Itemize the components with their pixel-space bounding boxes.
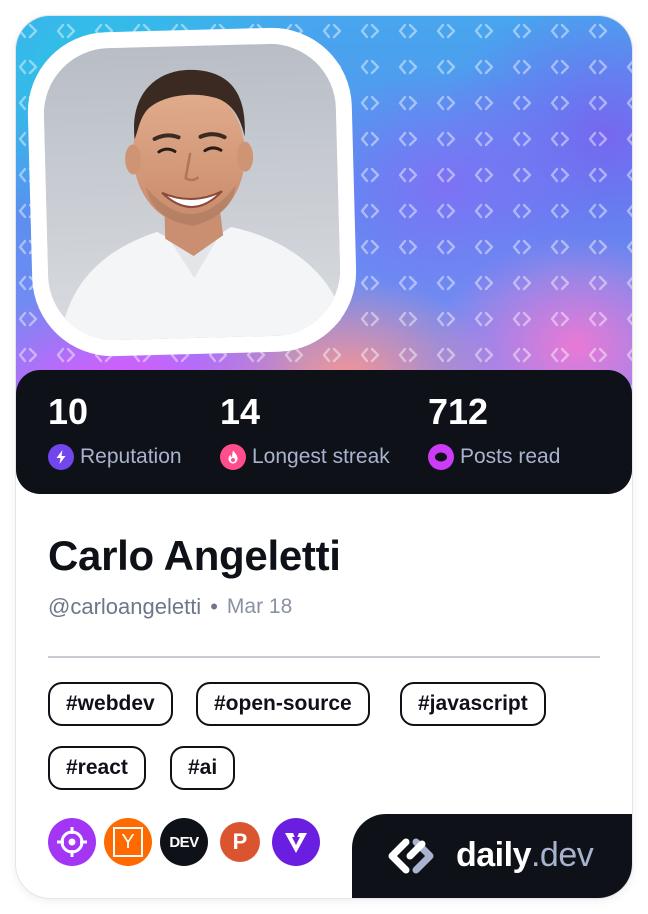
flame-icon: [220, 444, 246, 470]
devcard: 10 Reputation 14 Longest streak 712 Post…: [16, 16, 632, 898]
meta-separator: •: [210, 594, 218, 619]
dev-to-label: DEV: [169, 833, 199, 851]
tag-chip[interactable]: #javascript: [400, 682, 546, 726]
avatar-photo: [42, 42, 342, 342]
product-hunt-label: P: [220, 822, 260, 862]
stat-longest-streak: 14 Longest streak: [220, 392, 390, 470]
crosshair-source-icon[interactable]: [48, 818, 96, 866]
ring-icon: [428, 444, 454, 470]
product-hunt-source-icon[interactable]: P: [216, 818, 264, 866]
tag-chip[interactable]: #open-source: [196, 682, 370, 726]
longest-streak-value: 14: [220, 391, 261, 432]
y-combinator-source-icon[interactable]: Y: [104, 818, 152, 866]
daily-dev-logo-icon: [388, 838, 434, 874]
avatar[interactable]: [42, 42, 342, 342]
brand-tld: .dev: [530, 836, 594, 874]
stat-posts-read: 712 Posts read: [428, 392, 560, 470]
tag-chip[interactable]: #webdev: [48, 682, 173, 726]
tag-chip[interactable]: #react: [48, 746, 146, 790]
profile-name: Carlo Angeletti: [48, 532, 341, 579]
reputation-label: Reputation: [80, 445, 182, 468]
reputation-value: 10: [48, 391, 89, 432]
longest-streak-label: Longest streak: [252, 445, 390, 468]
posts-read-label: Posts read: [460, 445, 561, 468]
stat-reputation: 10 Reputation: [48, 392, 182, 470]
stats-bar: 10 Reputation 14 Longest streak 712 Post…: [16, 370, 632, 494]
divider: [48, 656, 600, 658]
dev-to-source-icon[interactable]: DEV: [160, 818, 208, 866]
posts-read-value: 712: [428, 391, 489, 432]
lightning-icon: [48, 444, 74, 470]
avatar-frame: [25, 25, 359, 359]
vercel-v-source-icon[interactable]: [272, 818, 320, 866]
tag-chip[interactable]: #ai: [170, 746, 236, 790]
brand-name: daily: [456, 836, 531, 874]
y-combinator-label: Y: [113, 827, 143, 857]
profile-handle[interactable]: @carloangeletti: [48, 594, 201, 620]
daily-dev-wordmark: daily.dev: [456, 836, 594, 875]
profile-meta: @carloangeletti • Mar 18: [48, 594, 292, 620]
daily-dev-brand[interactable]: daily.dev: [352, 814, 632, 898]
profile-date: Mar 18: [226, 595, 293, 618]
